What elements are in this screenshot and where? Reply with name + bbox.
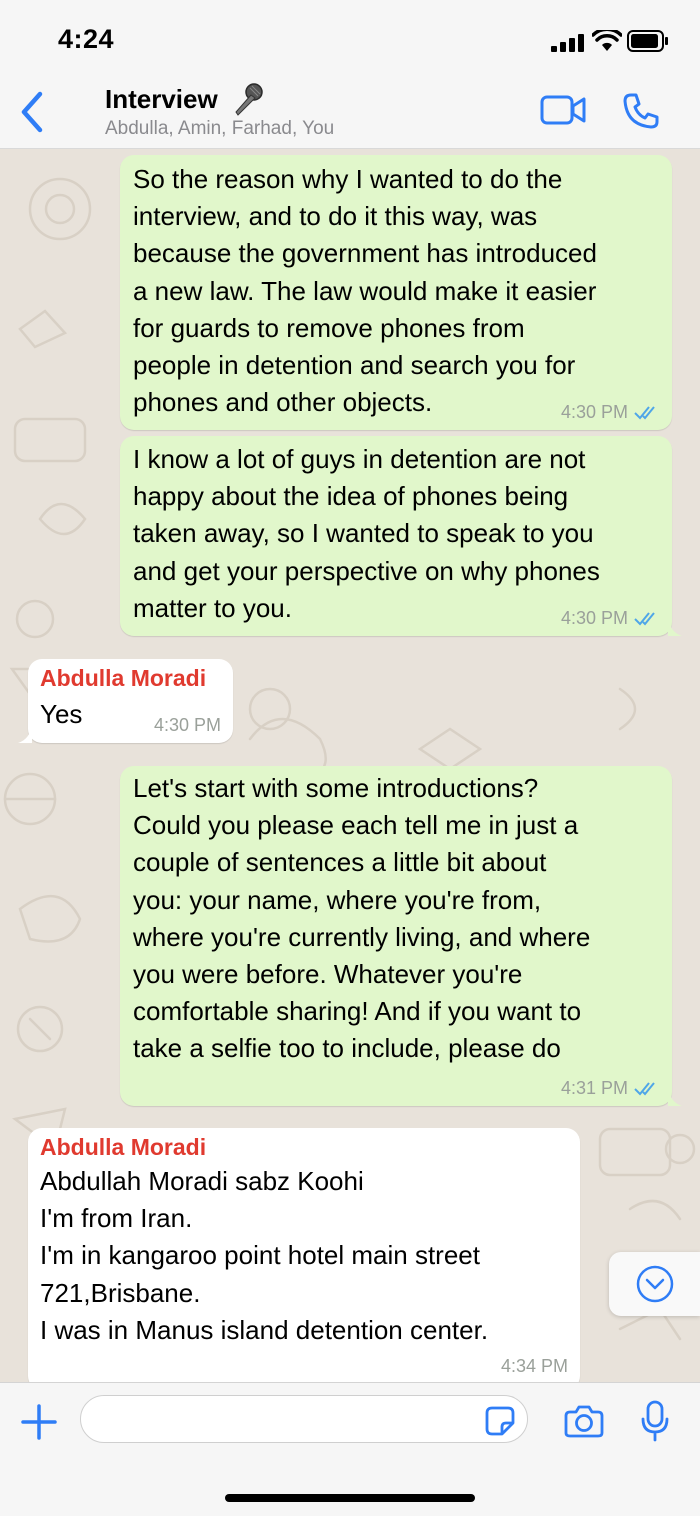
- message-time: 4:30 PM: [153, 715, 221, 735]
- message-text: Let's start with some introductions? Cou…: [133, 773, 591, 1064]
- double-check-icon: [634, 406, 655, 420]
- message-bubble-outgoing[interactable]: So the reason why I wanted to do the int…: [120, 155, 672, 430]
- wifi-icon: [592, 30, 622, 51]
- chat-header: Interview Abdulla, Amin, Farhad, You: [0, 80, 700, 149]
- message-text: I know a lot of guys in detention are no…: [133, 444, 600, 623]
- message-meta: 4:30 PM: [561, 608, 660, 628]
- chevron-down-circle-icon: [636, 1265, 674, 1303]
- home-indicator: [225, 1494, 475, 1502]
- bubble-tail: [668, 618, 682, 636]
- sender-name[interactable]: Abdulla Moradi: [40, 663, 206, 693]
- status-time: 4:24: [58, 24, 115, 54]
- sender-name[interactable]: Abdulla Moradi: [40, 1132, 206, 1162]
- message-time: 4:30 PM: [560, 608, 628, 628]
- battery-icon: [627, 30, 668, 52]
- phone-icon[interactable]: [622, 92, 660, 130]
- bubble-tail: [668, 1088, 682, 1106]
- message-time: 4:30 PM: [560, 402, 628, 422]
- chat-title[interactable]: Interview: [105, 84, 218, 115]
- plus-icon[interactable]: [20, 1403, 58, 1441]
- status-bar: 4:24: [0, 0, 700, 80]
- message-text: Yes: [40, 699, 83, 729]
- message-bubble-incoming[interactable]: Abdulla Moradi Yes 4:30 PM: [18, 659, 233, 743]
- message-text: So the reason why I wanted to do the int…: [133, 164, 597, 418]
- bubble-tail: [18, 725, 32, 743]
- message-meta: 4:30 PM: [154, 715, 221, 735]
- message-time: 4:34 PM: [500, 1356, 568, 1376]
- message-input-bar: [0, 1382, 700, 1516]
- message-bubble-outgoing[interactable]: I know a lot of guys in detention are no…: [120, 436, 682, 636]
- message-bubble-outgoing[interactable]: Let's start with some introductions? Cou…: [120, 766, 682, 1106]
- video-camera-icon[interactable]: [540, 94, 586, 126]
- chat-participants[interactable]: Abdulla, Amin, Farhad, You: [105, 118, 334, 140]
- microphone-icon[interactable]: [640, 1400, 670, 1442]
- sticker-icon[interactable]: [484, 1405, 516, 1437]
- scroll-to-bottom-button[interactable]: [609, 1252, 700, 1316]
- camera-icon[interactable]: [564, 1403, 604, 1439]
- message-input[interactable]: [80, 1395, 528, 1443]
- message-meta: 4:30 PM: [561, 402, 660, 422]
- double-check-icon: [634, 1082, 655, 1096]
- cellular-signal-icon: [551, 34, 584, 52]
- chevron-left-icon[interactable]: [18, 90, 48, 134]
- message-text: Abdullah Moradi sabz Koohi I'm from Iran…: [40, 1166, 489, 1345]
- message-bubble-incoming[interactable]: Abdulla Moradi Abdullah Moradi sabz Kooh…: [28, 1128, 580, 1382]
- message-time: 4:31 PM: [560, 1078, 628, 1098]
- microphone-icon: [235, 83, 263, 116]
- message-meta: 4:31 PM: [561, 1078, 660, 1098]
- message-meta: 4:34 PM: [501, 1356, 568, 1376]
- double-check-icon: [634, 612, 655, 626]
- chat-messages-area[interactable]: So the reason why I wanted to do the int…: [0, 149, 700, 1382]
